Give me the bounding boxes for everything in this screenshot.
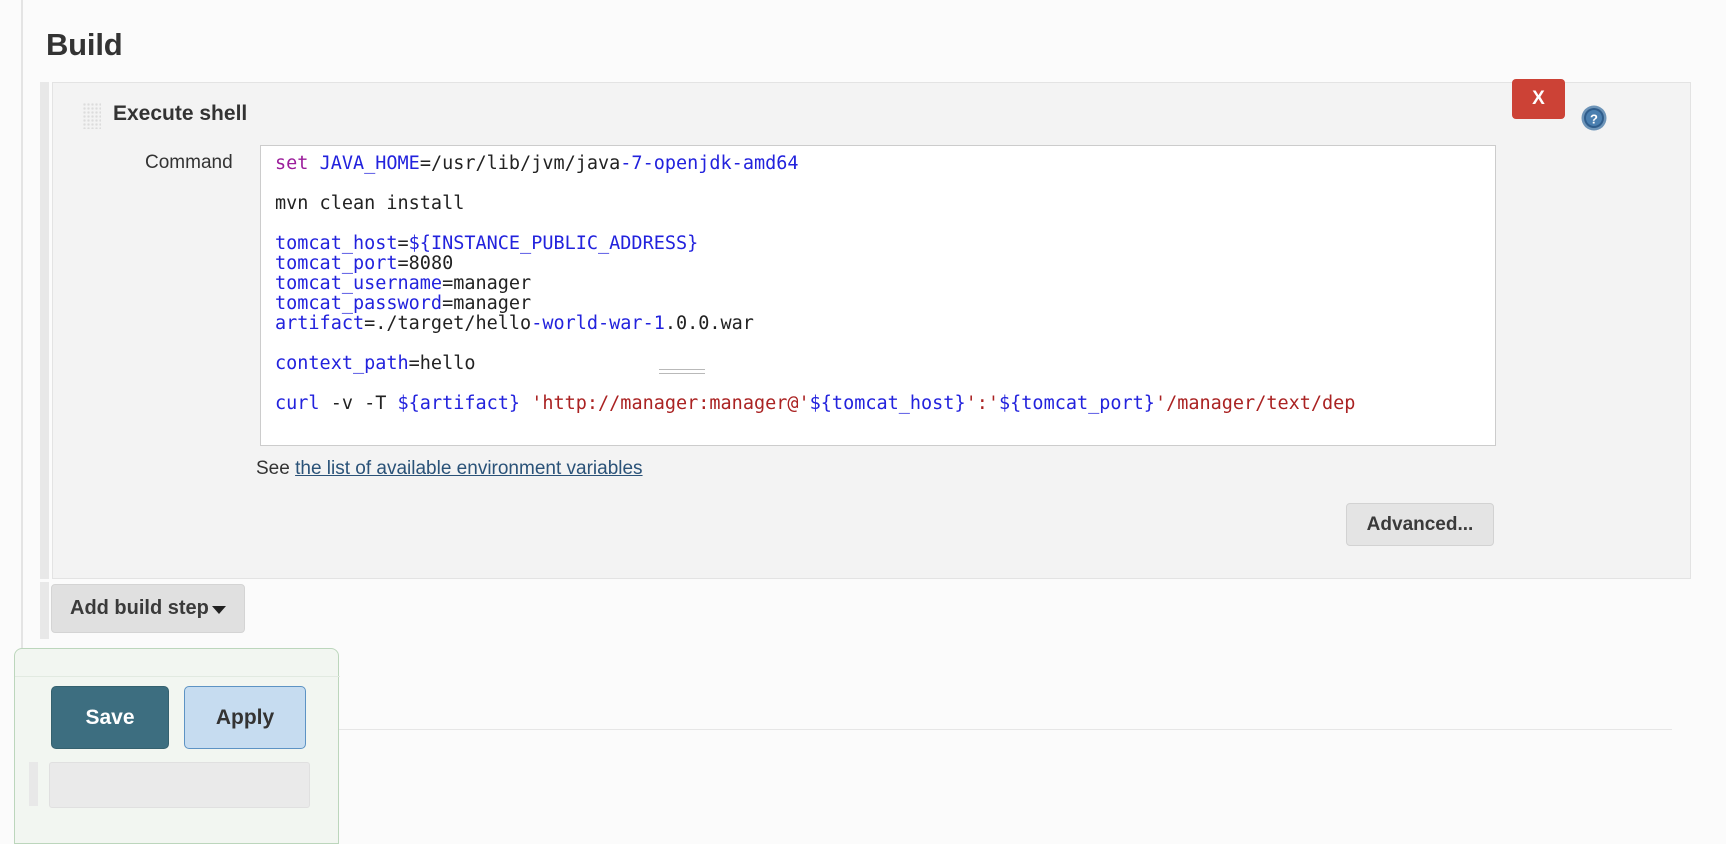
command-label: Command xyxy=(145,152,233,173)
chevron-down-icon xyxy=(212,606,226,614)
add-build-step-grip xyxy=(40,582,49,639)
help-question-icon[interactable]: ? xyxy=(1581,105,1607,131)
add-build-step-row: Add build step xyxy=(40,582,1691,647)
build-step-execute-shell: Execute shell X ? Command set JAVA_HOME=… xyxy=(40,79,1691,579)
build-step-drag-bar[interactable] xyxy=(40,82,49,579)
action-bar-slot xyxy=(49,762,310,808)
save-button[interactable]: Save xyxy=(51,686,169,749)
resize-grip-icon[interactable] xyxy=(659,369,705,377)
command-textarea[interactable]: set JAVA_HOME=/usr/lib/jvm/java-7-openjd… xyxy=(260,145,1496,446)
build-step-panel: Execute shell X ? Command set JAVA_HOME=… xyxy=(52,79,1691,579)
command-code-content: set JAVA_HOME=/usr/lib/jvm/java-7-openjd… xyxy=(275,153,1356,414)
apply-button[interactable]: Apply xyxy=(184,686,306,749)
env-vars-hint-prefix: See xyxy=(256,458,296,479)
env-vars-link[interactable]: the list of available environment variab… xyxy=(295,458,642,479)
add-build-step-button[interactable]: Add build step xyxy=(51,584,245,633)
action-bar-slot-grip xyxy=(29,762,38,806)
page-title: Build xyxy=(46,26,123,62)
svg-text:?: ? xyxy=(1590,112,1598,127)
action-bar-divider xyxy=(15,676,340,677)
env-vars-hint: See the list of available environment va… xyxy=(256,458,643,480)
delete-build-step-button[interactable]: X xyxy=(1512,79,1565,119)
build-config-page: Build Execute shell X ? Command set JAVA… xyxy=(0,0,1726,844)
floating-action-bar: Save Apply xyxy=(14,648,340,844)
build-step-title: Execute shell xyxy=(113,102,248,125)
add-build-step-label: Add build step xyxy=(70,597,209,619)
drag-grip-icon[interactable] xyxy=(83,103,101,129)
advanced-button[interactable]: Advanced... xyxy=(1346,503,1494,546)
